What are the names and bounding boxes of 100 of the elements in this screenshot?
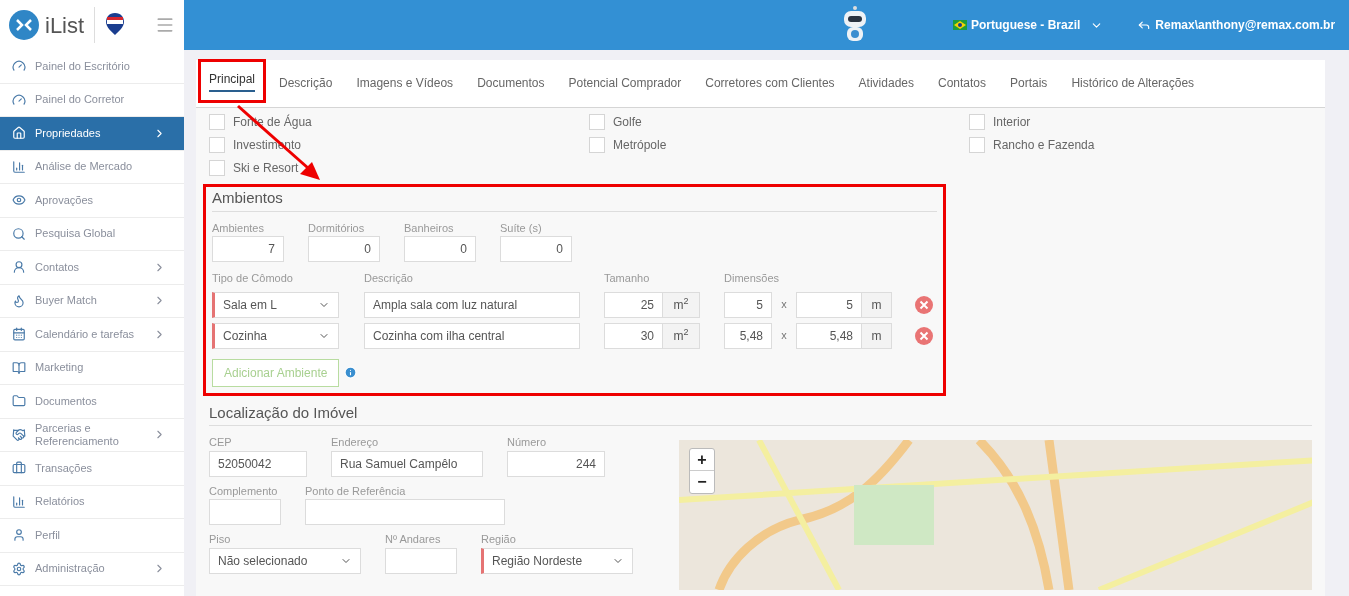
map-placeholder[interactable]: + − — [678, 440, 1312, 590]
sidebar-item[interactable]: Parcerias e Referenciamento — [0, 418, 184, 452]
logo-text: iList — [45, 11, 85, 40]
unit-label: m$^{2}$ — [663, 322, 700, 349]
tab[interactable]: Principal — [209, 70, 256, 92]
tab[interactable]: Imagens e Vídeos — [356, 74, 454, 96]
language-selector[interactable]: Portuguese - Brazil — [953, 16, 1104, 34]
sidebar-item[interactable]: Administração — [0, 552, 184, 586]
sidebar-item[interactable]: Calendário e tarefas — [0, 318, 184, 352]
input-field[interactable]: 5 — [724, 291, 772, 318]
sidebar-item[interactable]: Painel do Escritório — [0, 50, 184, 84]
tab[interactable]: Contatos — [938, 74, 986, 96]
checkbox[interactable] — [209, 160, 225, 176]
sidebar-item[interactable]: Análise de Mercado — [0, 150, 184, 184]
input-field[interactable]: 0 — [500, 236, 572, 262]
sidebar-item[interactable]: Marketing — [0, 351, 184, 385]
menu-item-icon — [12, 126, 26, 141]
input-field[interactable]: 5,48 — [724, 322, 772, 349]
select-field[interactable]: Não selecionado — [209, 547, 361, 574]
menu-icon[interactable] — [155, 15, 175, 35]
menu-item-icon — [12, 226, 26, 241]
menu-item-icon — [12, 159, 26, 174]
remove-icon[interactable] — [915, 326, 933, 345]
column-label: Tipo de Cômodo — [212, 271, 294, 286]
input-field[interactable]: 0 — [404, 236, 476, 262]
tab[interactable]: Descrição — [279, 74, 333, 96]
input-field[interactable] — [209, 499, 281, 525]
field-label: Ambientes — [212, 220, 265, 236]
tab[interactable]: Portais — [1010, 74, 1048, 96]
unit-label: m — [862, 322, 892, 349]
menu-item-icon — [12, 528, 26, 543]
field-label: Ponto de Referência — [305, 483, 407, 499]
input-field[interactable]: 7 — [212, 236, 284, 262]
unit-label: m$^{2}$ — [663, 291, 700, 318]
checkbox-label: Metrópole — [613, 137, 667, 154]
menu-item-icon — [12, 293, 26, 308]
tab[interactable]: Corretores com Clientes — [705, 74, 835, 96]
input-field[interactable]: 52050042 — [209, 450, 307, 477]
checkbox[interactable] — [589, 114, 605, 130]
checkbox[interactable] — [589, 137, 605, 153]
field-label: Piso — [209, 532, 232, 547]
menu-item-icon — [12, 561, 26, 576]
zoom-out-button[interactable]: − — [689, 471, 714, 493]
checkbox[interactable] — [969, 137, 985, 153]
sidebar-item[interactable]: Relatórios — [0, 485, 184, 519]
field-label: Endereço — [331, 435, 380, 450]
times-label: x — [780, 328, 788, 344]
column-label: Descrição — [364, 271, 414, 286]
input-field[interactable]: Cozinha com ilha central — [364, 322, 580, 349]
sidebar-item[interactable]: Propriedades — [0, 117, 184, 151]
checkbox[interactable] — [209, 114, 225, 130]
field-label: Suíte (s) — [500, 220, 543, 236]
section-title: Localização do Imóvel — [209, 401, 1312, 426]
menu-item-icon — [12, 327, 26, 342]
menu-item-icon — [12, 59, 26, 74]
menu-item-icon — [12, 494, 26, 509]
input-field[interactable] — [385, 547, 457, 574]
zoom-in-button[interactable]: + — [689, 449, 714, 471]
input-field[interactable]: Ampla sala com luz natural — [364, 291, 580, 318]
select-field[interactable]: Cozinha — [212, 322, 339, 349]
balloon-logo-icon — [105, 12, 126, 38]
field-label: Banheiros — [404, 220, 455, 236]
sidebar-item[interactable]: Perfil — [0, 519, 184, 553]
input-field[interactable]: 30 — [604, 322, 663, 349]
tab[interactable]: Histórico de Alterações — [1071, 74, 1195, 96]
menu-item-icon — [12, 360, 26, 375]
field-label: Dormitórios — [308, 220, 366, 236]
sidebar-item[interactable]: Buyer Match — [0, 284, 184, 318]
reply-icon — [1137, 18, 1152, 32]
input-field[interactable] — [305, 499, 505, 525]
input-field[interactable]: 0 — [308, 236, 380, 262]
input-field[interactable]: Rua Samuel Campêlo — [331, 450, 483, 477]
sidebar-item[interactable]: Pesquisa Global — [0, 217, 184, 251]
select-field[interactable]: Sala em L — [212, 291, 339, 318]
sidebar-item[interactable]: Transações — [0, 452, 184, 486]
checkbox[interactable] — [209, 137, 225, 153]
menu-item-icon — [12, 260, 26, 275]
input-field[interactable]: 5 — [796, 291, 862, 318]
column-label: Dimensões — [724, 271, 780, 286]
tab[interactable]: Atividades — [858, 74, 914, 96]
flag-icon — [953, 20, 967, 30]
menu-item-icon — [12, 461, 26, 476]
input-field[interactable]: 5,48 — [796, 322, 862, 349]
checkbox[interactable] — [969, 114, 985, 130]
input-field[interactable]: 25 — [604, 291, 663, 318]
field-label: CEP — [209, 435, 233, 450]
checkbox-label: Rancho e Fazenda — [993, 137, 1095, 154]
sidebar-item[interactable]: Documentos — [0, 385, 184, 419]
menu-item-icon — [12, 394, 26, 409]
tab[interactable]: Potencial Comprador — [568, 74, 682, 96]
tab[interactable]: Documentos — [477, 74, 545, 96]
unit-label: m — [862, 291, 892, 318]
input-field[interactable]: 244 — [507, 450, 605, 477]
select-field[interactable]: Região Nordeste — [481, 547, 633, 574]
info-icon[interactable] — [344, 366, 358, 379]
remove-icon[interactable] — [915, 295, 933, 314]
sidebar-item[interactable]: Aprovações — [0, 184, 184, 218]
sidebar-item[interactable]: Contatos — [0, 251, 184, 285]
checkbox-label: Interior — [993, 114, 1031, 131]
user-link[interactable]: Remax\anthony@remax.com.br — [1137, 16, 1336, 34]
